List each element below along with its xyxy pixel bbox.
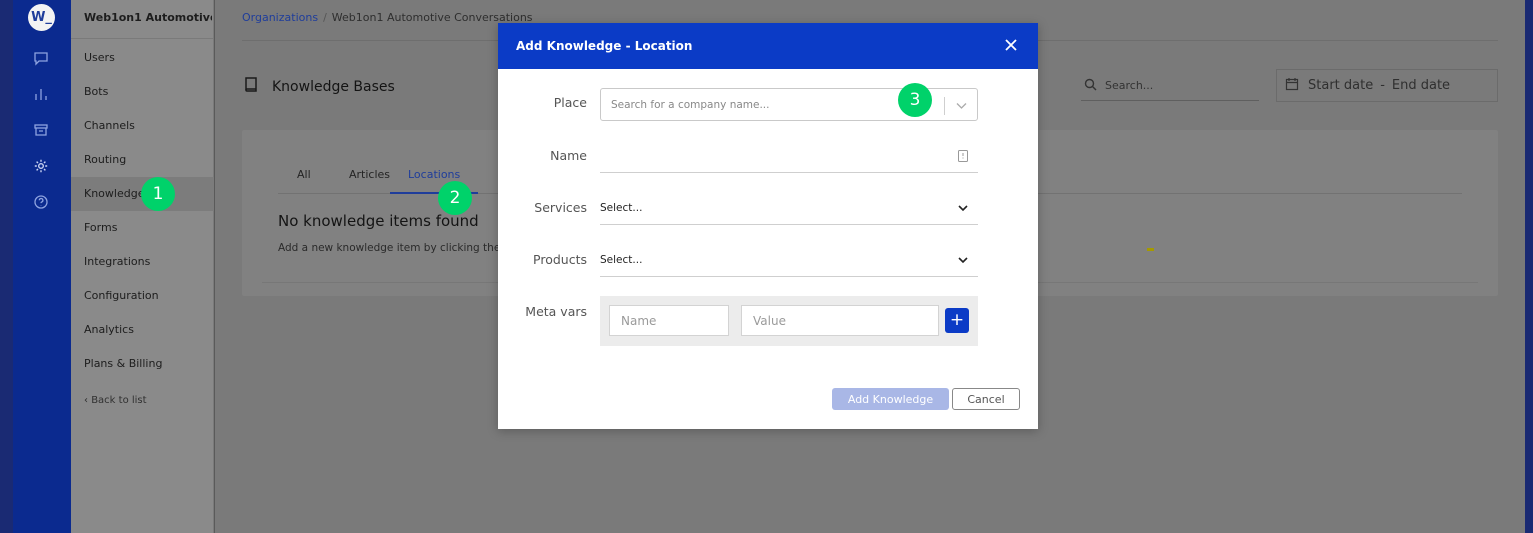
empty-state-heading: No knowledge items found <box>278 212 479 230</box>
contact-card-icon <box>957 150 969 162</box>
book-icon <box>242 76 260 98</box>
sidebar-item-bots[interactable]: Bots <box>71 75 214 109</box>
step-marker-3: 3 <box>898 83 932 117</box>
help-icon[interactable] <box>33 194 49 210</box>
sidebar-item-users[interactable]: Users <box>71 41 214 75</box>
services-value: Select... <box>600 201 643 214</box>
window-edge-right <box>1525 0 1533 533</box>
meta-value-input[interactable] <box>741 305 939 336</box>
gear-icon[interactable] <box>33 158 49 174</box>
app-logo[interactable]: W_ <box>28 4 55 31</box>
add-knowledge-dialog: Add Knowledge - Location Place Search fo… <box>498 23 1038 429</box>
meta-vars-label: Meta vars <box>525 304 587 319</box>
breadcrumb-separator: / <box>323 11 327 24</box>
page-title: Knowledge Bases <box>242 76 395 98</box>
chat-icon[interactable] <box>33 50 49 66</box>
place-placeholder: Search for a company name... <box>611 98 770 111</box>
sidebar-divider <box>71 38 214 39</box>
breadcrumb: Organizations / Web1on1 Automotive Convers… <box>242 11 533 24</box>
calendar-icon <box>1285 77 1299 95</box>
sidebar-item-plans-billing[interactable]: Plans & Billing <box>71 347 214 381</box>
app-window: W_ Web1on1 Automotive C... Users Bots Ch… <box>0 0 1533 533</box>
add-knowledge-button[interactable]: Add Knowledge <box>832 388 949 410</box>
close-icon[interactable] <box>1002 36 1020 54</box>
name-label: Name <box>550 148 587 163</box>
products-value: Select... <box>600 253 643 266</box>
empty-state-text: Add a new knowledge item by clicking the… <box>278 242 513 254</box>
select-divider <box>944 97 945 115</box>
sidebar-item-analytics[interactable]: Analytics <box>71 313 214 347</box>
end-date-field[interactable]: End date <box>1392 78 1450 93</box>
window-edge-left <box>0 0 13 533</box>
archive-icon[interactable] <box>33 122 49 138</box>
sidebar-item-forms[interactable]: Forms <box>71 211 214 245</box>
indicator-mark <box>1147 248 1154 251</box>
dialog-title: Add Knowledge - Location <box>516 39 693 53</box>
meta-name-input[interactable] <box>609 305 729 336</box>
search-input[interactable]: Search... <box>1081 71 1259 101</box>
products-label: Products <box>533 252 587 267</box>
breadcrumb-organizations[interactable]: Organizations <box>242 11 318 24</box>
start-date-field[interactable]: Start date <box>1308 78 1373 93</box>
bar-chart-icon[interactable] <box>33 86 49 102</box>
date-separator: - <box>1380 78 1385 93</box>
chevron-left-icon: ‹ <box>84 395 88 406</box>
icon-rail: W_ <box>13 0 71 533</box>
step-marker-2: 2 <box>438 181 472 215</box>
page-title-text: Knowledge Bases <box>272 79 395 95</box>
tab-articles[interactable]: Articles <box>349 168 390 194</box>
organization-name: Web1on1 Automotive C... <box>84 11 212 24</box>
search-placeholder: Search... <box>1105 79 1154 92</box>
sidebar-item-channels[interactable]: Channels <box>71 109 214 143</box>
place-label: Place <box>553 95 587 110</box>
chevron-down-icon <box>957 202 969 214</box>
add-meta-var-button[interactable]: + <box>945 308 969 333</box>
sidebar-item-configuration[interactable]: Configuration <box>71 279 214 313</box>
products-select[interactable]: Select... <box>600 243 978 277</box>
name-field[interactable] <box>600 139 978 173</box>
cancel-button[interactable]: Cancel <box>952 388 1020 410</box>
date-range-picker[interactable]: Start date - End date <box>1276 69 1498 102</box>
meta-vars-editor: + <box>600 296 978 346</box>
chevron-down-icon <box>957 254 969 266</box>
sidebar-item-routing[interactable]: Routing <box>71 143 214 177</box>
search-icon <box>1084 78 1097 94</box>
back-to-list-label: Back to list <box>91 395 147 406</box>
tab-all[interactable]: All <box>297 168 311 194</box>
sidebar-item-integrations[interactable]: Integrations <box>71 245 214 279</box>
services-select[interactable]: Select... <box>600 191 978 225</box>
dialog-header: Add Knowledge - Location <box>498 23 1038 69</box>
step-marker-1: 1 <box>141 177 175 211</box>
settings-sidebar: Web1on1 Automotive C... Users Bots Chann… <box>71 0 214 533</box>
back-to-list-link[interactable]: ‹ Back to list <box>84 395 147 406</box>
chevron-down-icon[interactable] <box>955 99 968 112</box>
services-label: Services <box>534 200 587 215</box>
